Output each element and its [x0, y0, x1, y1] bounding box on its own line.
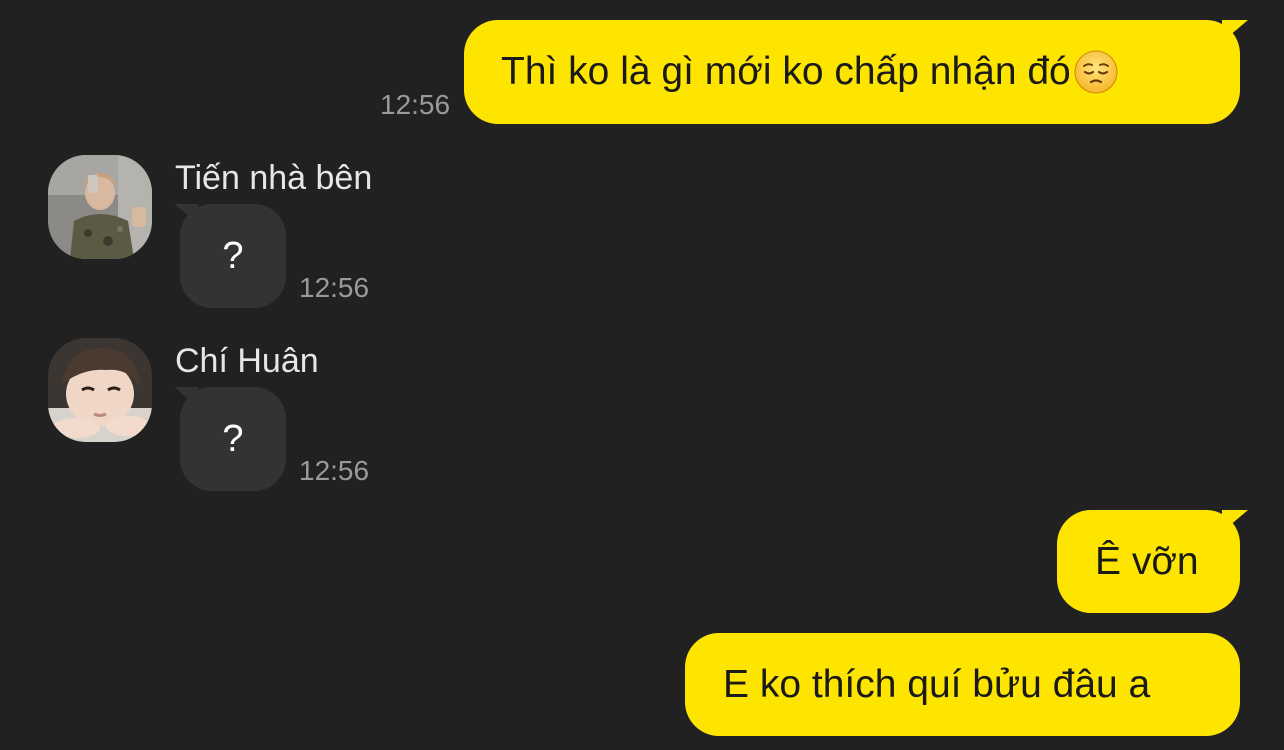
- message-timestamp: 12:56: [299, 455, 370, 486]
- incoming-message-bubble[interactable]: ?: [174, 387, 286, 491]
- outgoing-message-bubble[interactable]: Ê vỡn: [1057, 510, 1248, 613]
- avatar[interactable]: [48, 155, 152, 259]
- outgoing-message-bubble[interactable]: E ko thích quí bửu đâu a: [685, 633, 1240, 736]
- message-text: ?: [222, 418, 244, 460]
- message-timestamp: 12:56: [380, 89, 451, 120]
- sender-name: Chí Huân: [175, 342, 319, 380]
- bubble-tail: [174, 204, 198, 224]
- bubble-tail: [1222, 510, 1248, 532]
- message-text: E ko thích quí bửu đâu a: [723, 662, 1151, 706]
- outgoing-message-bubble[interactable]: Thì ko là gì mới ko chấp nhận đó: [464, 20, 1248, 124]
- bubble-tail: [174, 387, 198, 407]
- message-text: Thì ko là gì mới ko chấp nhận đó: [501, 50, 1071, 93]
- pensive-face-icon: [1074, 50, 1118, 94]
- sender-name: Tiến nhà bên: [175, 159, 373, 197]
- incoming-message-bubble[interactable]: ?: [174, 204, 286, 308]
- bubble-tail: [1222, 20, 1248, 42]
- avatar[interactable]: [48, 338, 152, 442]
- message-timestamp: 12:56: [299, 272, 370, 303]
- message-text: ?: [222, 235, 244, 277]
- message-text: Ê vỡn: [1095, 539, 1199, 583]
- chat-thread: 12:56 Thì ko là gì mới ko chấp nhận đó T…: [0, 0, 1284, 750]
